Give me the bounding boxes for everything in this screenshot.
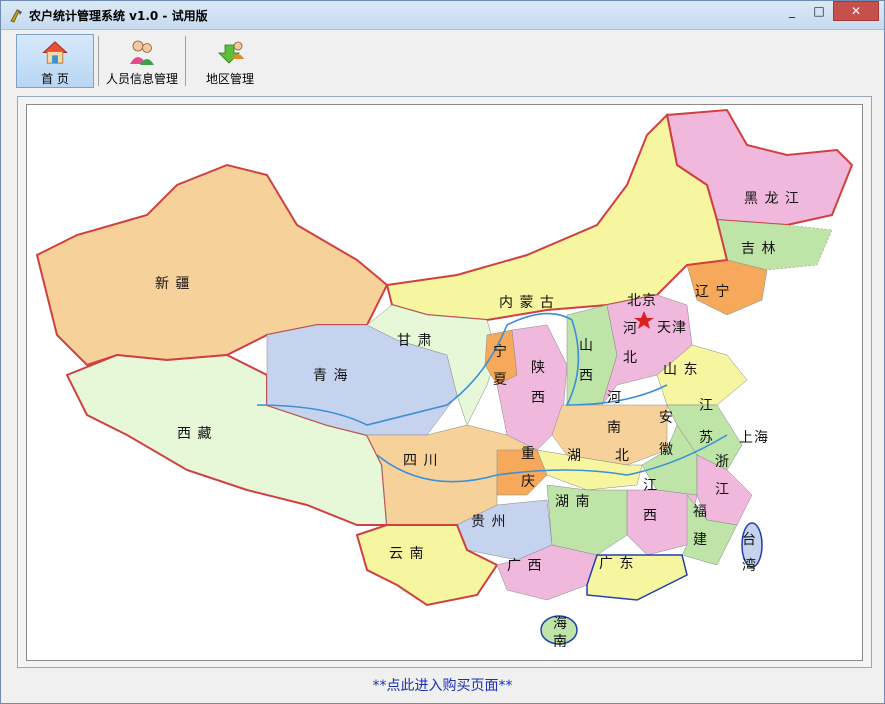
buy-link[interactable]: **点此进入购买页面** <box>1 675 884 695</box>
map-label: 云 南 <box>389 546 425 562</box>
map-label: 上海 <box>739 430 769 446</box>
map-label: 庆 <box>521 474 536 490</box>
region-management-label: 地区管理 <box>205 72 254 86</box>
map-label: 重 <box>521 446 536 462</box>
close-button[interactable]: ✕ <box>833 1 879 21</box>
map-label: 天津 <box>657 320 687 336</box>
map-label: 河 <box>607 390 622 406</box>
map-label: 海 <box>553 616 568 632</box>
people-management-button[interactable]: 人员信息管理 <box>103 34 181 88</box>
map-label: 四 川 <box>403 453 439 469</box>
map-label: 安 <box>659 410 674 426</box>
map-label: 山 <box>579 338 594 354</box>
toolbar-separator <box>185 36 186 86</box>
map-label: 西 <box>643 508 658 524</box>
map-label: 湾 <box>742 558 757 574</box>
map-label: 吉 林 <box>741 241 777 257</box>
map-label: 福 <box>693 504 708 520</box>
map-label: 甘 肃 <box>397 333 433 349</box>
app-window: 农户统计管理系统 v1.0 - 试用版 _ □ ✕ 首 页 人员信息管理 地区管… <box>0 0 885 704</box>
region-icon <box>218 41 244 64</box>
china-map-graphic <box>35 108 854 645</box>
map-label: 黑 龙 江 <box>744 191 800 207</box>
map-label: 北 <box>623 350 638 366</box>
china-map[interactable]: 黑 龙 江 吉 林 辽 宁 北京 天津 河 北 内 蒙 古 新 疆 甘 肃 宁 … <box>26 104 863 661</box>
maximize-icon: □ <box>813 4 825 18</box>
map-label: 陕 <box>531 360 546 376</box>
window-title: 农户统计管理系统 v1.0 - 试用版 <box>29 9 208 23</box>
map-label: 台 <box>742 532 757 548</box>
map-label: 河 <box>623 321 638 337</box>
minimize-icon: _ <box>789 4 795 18</box>
map-panel: 黑 龙 江 吉 林 辽 宁 北京 天津 河 北 内 蒙 古 新 疆 甘 肃 宁 … <box>17 96 872 668</box>
map-label: 南 <box>607 420 622 436</box>
map-label: 新 疆 <box>155 276 191 292</box>
map-label: 西 藏 <box>177 426 213 442</box>
toolbar: 首 页 人员信息管理 地区管理 <box>1 30 884 92</box>
map-label: 建 <box>693 532 708 548</box>
people-management-label: 人员信息管理 <box>105 72 178 86</box>
home-label: 首 页 <box>41 72 69 86</box>
map-label: 湖 <box>567 448 582 464</box>
map-label: 浙 <box>715 454 730 470</box>
map-label: 湖 南 <box>555 494 591 510</box>
map-label: 南 <box>553 634 568 650</box>
app-icon <box>10 9 22 23</box>
people-icon <box>130 40 154 65</box>
map-label: 宁 <box>493 344 508 360</box>
map-label: 西 <box>579 368 594 384</box>
map-label: 江 <box>715 482 730 498</box>
map-label: 西 <box>531 390 546 406</box>
map-label: 北京 <box>627 293 657 309</box>
title-bar: 农户统计管理系统 v1.0 - 试用版 _ □ ✕ <box>1 1 884 30</box>
map-label: 夏 <box>493 372 508 388</box>
minimize-button[interactable]: _ <box>780 1 804 21</box>
map-label: 广 东 <box>599 556 635 572</box>
close-icon: ✕ <box>850 4 862 18</box>
map-label: 辽 宁 <box>695 284 731 300</box>
map-label: 青 海 <box>313 368 349 384</box>
map-label: 山 东 <box>663 362 699 378</box>
map-label: 江 <box>643 478 658 494</box>
region-management-button[interactable]: 地区管理 <box>191 34 269 88</box>
map-label: 苏 <box>699 430 714 446</box>
maximize-button[interactable]: □ <box>806 1 832 21</box>
map-label: 广 西 <box>507 558 543 574</box>
map-label: 内 蒙 古 <box>499 295 555 311</box>
map-label: 徽 <box>659 442 674 458</box>
map-label: 贵 州 <box>471 514 507 530</box>
home-icon <box>42 41 68 64</box>
home-button[interactable]: 首 页 <box>16 34 94 88</box>
map-label: 江 <box>699 398 714 414</box>
map-label: 北 <box>615 448 630 464</box>
toolbar-separator <box>98 36 99 86</box>
